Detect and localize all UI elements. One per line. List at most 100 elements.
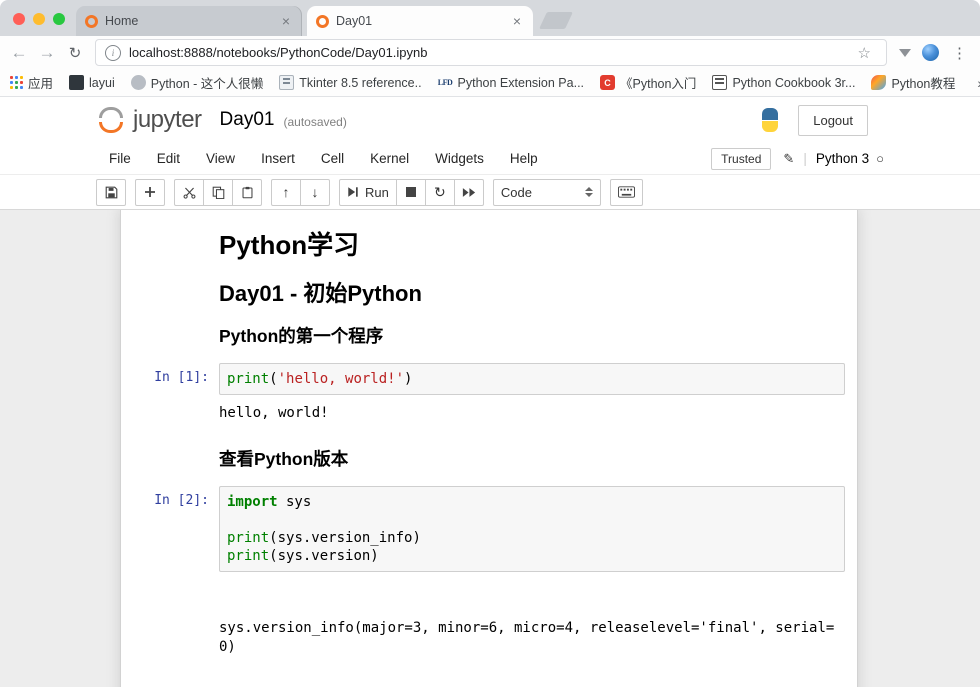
site-info-icon[interactable]: i (105, 45, 121, 61)
move-cell-down-button[interactable]: ↓ (300, 179, 330, 206)
jupyter-logo-text: jupyter (133, 106, 202, 134)
bookmark-label: Python教程 (891, 73, 955, 92)
paste-cell-button[interactable] (232, 179, 262, 206)
tab-close-icon[interactable]: × (510, 13, 524, 29)
output-prompt-spacer (121, 404, 219, 423)
menu-insert[interactable]: Insert (248, 151, 308, 166)
code-input-1[interactable]: print('hello, world!') (219, 363, 845, 395)
minimize-window-button[interactable] (33, 13, 45, 25)
kernel-idle-icon: ○ (876, 151, 884, 166)
forward-icon[interactable]: → (34, 40, 60, 66)
notebook-title[interactable]: Day01 (220, 109, 275, 131)
code-line: print('hello, world!') (227, 370, 837, 388)
cut-cell-button[interactable] (174, 179, 204, 206)
down-triangle-icon[interactable] (899, 49, 911, 57)
bookmark-tkinter-reference[interactable]: Tkinter 8.5 reference.. (279, 75, 421, 90)
jupyter-favicon (316, 15, 329, 28)
browser-menu-icon[interactable]: ⋮ (945, 44, 974, 62)
markdown-heading-1[interactable]: Python学习 (219, 230, 857, 261)
select-arrows-icon (585, 187, 593, 197)
run-button[interactable]: Run (339, 179, 397, 206)
bookmark-python-extension[interactable]: LFD Python Extension Pa... (438, 75, 584, 90)
trusted-badge[interactable]: Trusted (711, 148, 771, 170)
bookmark-python-intro[interactable]: C 《Python入门 (600, 73, 696, 92)
red-c-favicon: C (600, 75, 615, 90)
blog-favicon (131, 75, 146, 90)
bookmark-python-tutorial[interactable]: Python教程 (871, 73, 955, 92)
run-label: Run (365, 185, 389, 200)
floppy-icon (105, 186, 118, 199)
tab-close-icon[interactable]: × (279, 13, 293, 29)
cell-type-value: Code (501, 185, 532, 200)
python-logo-icon (758, 108, 782, 132)
divider: | (803, 151, 807, 166)
menu-help[interactable]: Help (497, 151, 551, 166)
kernel-name: Python 3 (816, 151, 869, 166)
save-button[interactable] (96, 179, 126, 206)
copy-cell-button[interactable] (203, 179, 233, 206)
cell-2-output: sys.version_info(major=3, minor=6, micro… (121, 581, 857, 687)
browser-tab-strip: Home × Day01 × (0, 0, 980, 36)
logout-button[interactable]: Logout (798, 105, 868, 136)
jupyter-menubar: File Edit View Insert Cell Kernel Widget… (0, 143, 980, 175)
notebook-page: Python学习 Day01 - 初始Python Python的第一个程序 I… (120, 210, 858, 687)
notebook-container: Python学习 Day01 - 初始Python Python的第一个程序 I… (0, 210, 980, 687)
bookmark-python-blog[interactable]: Python - 这个人很懒 (131, 73, 264, 92)
clipboard-icon (241, 186, 254, 199)
menu-widgets[interactable]: Widgets (422, 151, 497, 166)
bookmarks-overflow-icon[interactable]: » (971, 74, 980, 92)
restart-kernel-button[interactable]: ↻ (425, 179, 455, 206)
bookmark-star-icon[interactable]: ☆ (852, 43, 877, 63)
markdown-heading-2[interactable]: Day01 - 初始Python (219, 281, 857, 307)
jupyter-toolbar: ↑ ↓ Run ↻ Code (0, 175, 980, 210)
bookmark-label: Tkinter 8.5 reference.. (299, 76, 421, 90)
command-palette-button[interactable] (610, 179, 643, 206)
bookmark-label: 《Python入门 (620, 73, 696, 92)
reload-icon[interactable]: ↻ (62, 40, 88, 66)
jupyter-header: jupyter Day01 (autosaved) Logout (0, 97, 980, 143)
restart-run-all-button[interactable] (454, 179, 484, 206)
code-cell-2[interactable]: In [2]: import sys print(sys.version_inf… (121, 486, 857, 573)
url-text: localhost:8888/notebooks/PythonCode/Day0… (129, 45, 844, 60)
input-prompt: In [1]: (121, 363, 219, 395)
checkpoint-status: (autosaved) (283, 115, 346, 129)
back-icon[interactable]: ← (6, 40, 32, 66)
input-prompt: In [2]: (121, 486, 219, 573)
menu-edit[interactable]: Edit (144, 151, 193, 166)
menu-view[interactable]: View (193, 151, 248, 166)
menu-file[interactable]: File (96, 151, 144, 166)
code-input-2[interactable]: import sys print(sys.version_info) print… (219, 486, 845, 573)
markdown-heading-3-second[interactable]: 查看Python版本 (219, 449, 857, 470)
bookmark-label: 应用 (28, 73, 53, 92)
new-tab-button[interactable] (539, 12, 573, 29)
bookmark-layui[interactable]: layui (69, 75, 115, 90)
layui-favicon (69, 75, 84, 90)
globe-icon[interactable] (922, 44, 939, 61)
output-line: sys.version_info(major=3, minor=6, micro… (219, 619, 839, 657)
bookmark-apps[interactable]: 应用 (10, 73, 53, 92)
cell-type-select[interactable]: Code (493, 179, 601, 206)
edit-mode-pencil-icon: ✎ (783, 151, 794, 167)
copy-icon (212, 186, 225, 199)
close-window-button[interactable] (13, 13, 25, 25)
markdown-heading-3-first[interactable]: Python的第一个程序 (219, 326, 857, 347)
interrupt-kernel-button[interactable] (396, 179, 426, 206)
menu-cell[interactable]: Cell (308, 151, 357, 166)
tab-home[interactable]: Home × (76, 6, 302, 36)
scissors-icon (183, 186, 196, 199)
code-line: print(sys.version_info) (227, 529, 837, 547)
move-cell-up-button[interactable]: ↑ (271, 179, 301, 206)
cell-1-output: hello, world! (121, 404, 857, 423)
tab-day01[interactable]: Day01 × (307, 6, 533, 36)
jupyter-logo[interactable]: jupyter (96, 106, 202, 134)
bookmark-label: Python Cookbook 3r... (732, 76, 855, 90)
zoom-window-button[interactable] (53, 13, 65, 25)
code-line-blank (227, 511, 837, 529)
address-bar[interactable]: i localhost:8888/notebooks/PythonCode/Da… (95, 39, 887, 66)
lfd-favicon: LFD (438, 75, 453, 90)
bookmark-python-cookbook[interactable]: Python Cookbook 3r... (712, 75, 855, 90)
jupyter-logo-icon (96, 106, 126, 134)
menu-kernel[interactable]: Kernel (357, 151, 422, 166)
add-cell-button[interactable] (135, 179, 165, 206)
code-cell-1[interactable]: In [1]: print('hello, world!') (121, 363, 857, 395)
